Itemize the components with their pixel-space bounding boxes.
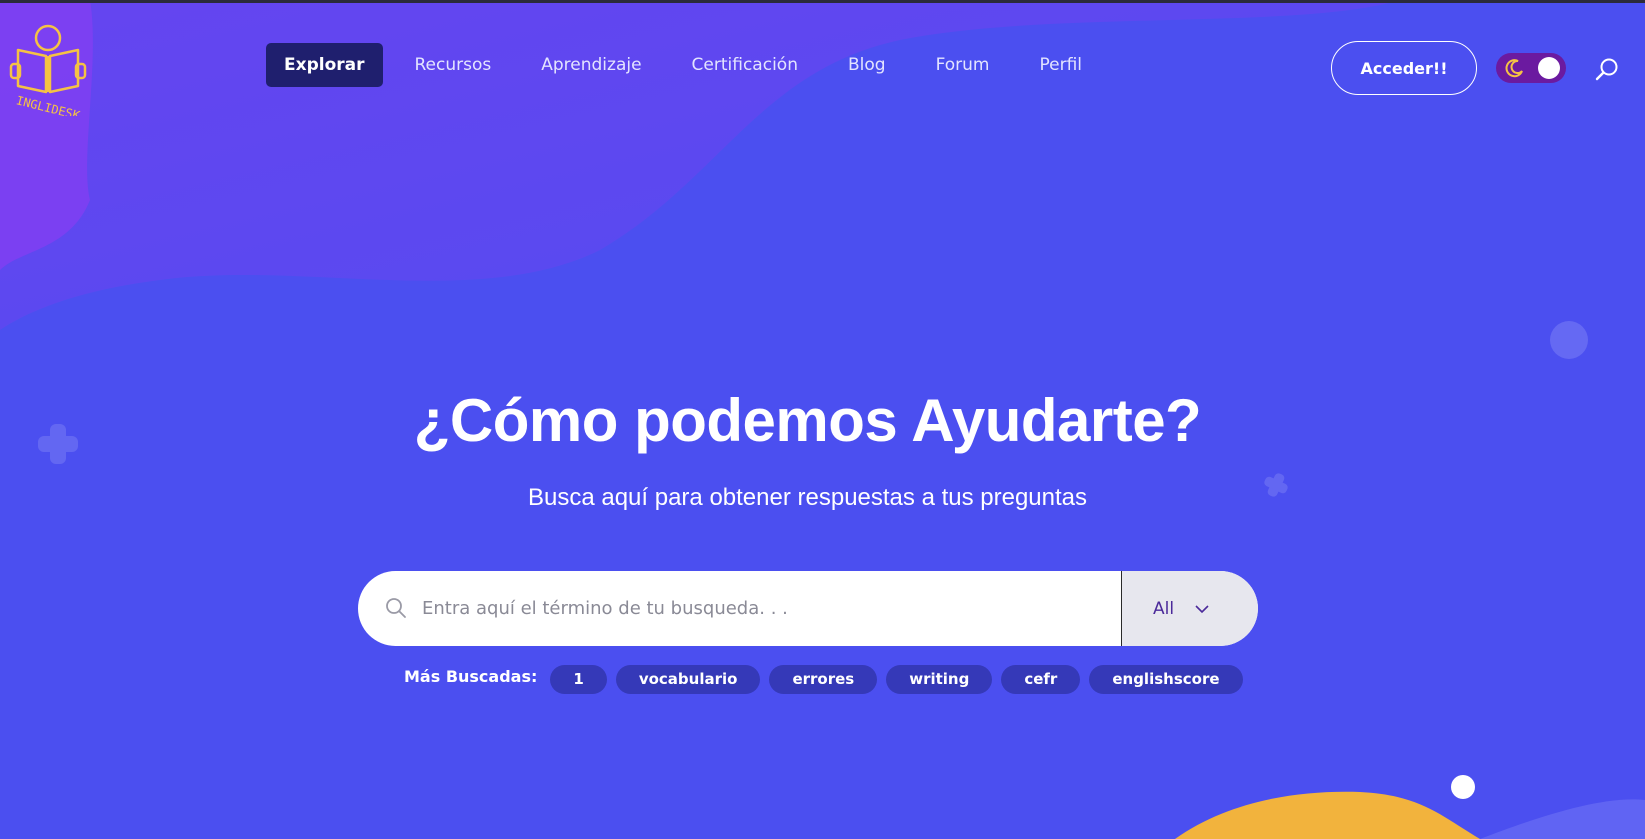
popular-tag[interactable]: writing [886,664,993,694]
nav-item-perfil[interactable]: Perfil [1021,43,1100,87]
category-select-value: All [1153,598,1175,619]
search-icon [386,598,406,618]
popular-tag[interactable]: cefr [1001,664,1081,694]
nav-item-blog[interactable]: Blog [830,43,904,87]
popular-searches-label: Más Buscadas: [404,666,538,686]
hero-title: ¿Cómo podemos Ayudarte? [413,387,1202,454]
nav-item-forum[interactable]: Forum [918,43,1008,87]
nav-item-aprendizaje[interactable]: Aprendizaje [523,43,659,87]
popular-tag[interactable]: 1 [550,664,607,694]
moon-icon [1505,59,1523,78]
popular-searches: Más Buscadas: 1 vocabulario errores writ… [404,664,1252,694]
hero-subtitle: Busca aquí para obtener respuestas a tus… [527,484,1088,511]
login-button[interactable]: Acceder!! [1331,41,1477,95]
popular-tag[interactable]: vocabulario [615,664,761,694]
popular-tag[interactable]: errores [769,664,878,694]
nav-item-certificacion[interactable]: Certificación [674,43,816,87]
popular-tag[interactable]: englishscore [1089,664,1243,694]
category-select[interactable]: All [1121,571,1258,646]
nav-item-explorar[interactable]: Explorar [266,43,383,87]
chevron-down-icon [1195,604,1209,613]
top-border [0,0,1645,3]
toggle-knob [1538,57,1560,79]
search-input[interactable] [422,571,1122,646]
header-search-button[interactable] [1594,56,1620,82]
inglidesk-logo[interactable]: INGLIDESK [6,20,90,123]
logo-text: INGLIDESK [15,93,82,116]
nav-item-recursos[interactable]: Recursos [397,43,510,87]
search-bar: All [358,571,1258,646]
main-nav: Explorar Recursos Aprendizaje Certificac… [266,43,1114,87]
theme-toggle[interactable] [1496,53,1566,83]
book-reader-logo-icon: INGLIDESK [9,24,87,123]
search-icon [1595,58,1618,81]
